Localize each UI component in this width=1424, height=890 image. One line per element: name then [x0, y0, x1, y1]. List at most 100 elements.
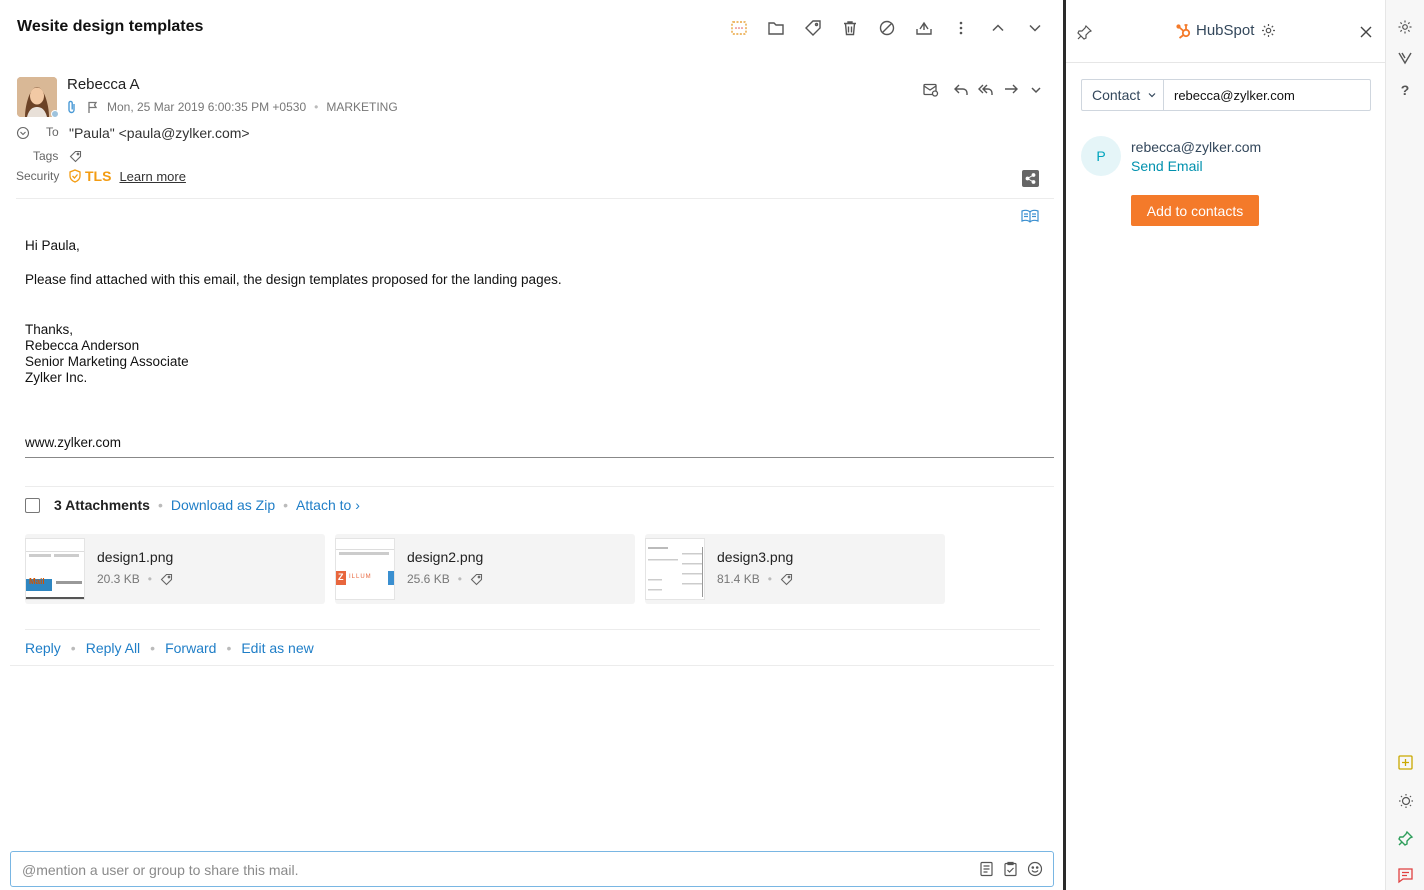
attachment-tag-icon[interactable] — [470, 573, 483, 586]
separator: • — [457, 572, 462, 586]
task-icon[interactable] — [1003, 861, 1018, 877]
attachment-card[interactable]: Z ILLUM design2.png 25.6 KB • — [335, 534, 635, 604]
signature-line: Thanks, — [25, 322, 74, 337]
actions-bottom-divider — [10, 665, 1054, 666]
send-email-link[interactable]: Send Email — [1131, 158, 1203, 174]
contact-email: rebecca@zylker.com — [1131, 139, 1262, 155]
chevron-down-icon — [1148, 93, 1156, 98]
attach-to-link[interactable]: Attach to › — [296, 497, 360, 513]
attachment-size: 81.4 KB — [717, 572, 760, 586]
more-options-icon[interactable] — [950, 17, 972, 39]
record-type-dropdown[interactable]: Contact — [1082, 80, 1164, 110]
separator: • — [226, 640, 232, 656]
separator: • — [150, 640, 156, 656]
forward-link[interactable]: Forward — [165, 640, 216, 656]
tls-badge: TLS — [85, 168, 112, 184]
add-to-contacts-button[interactable]: Add to contacts — [1131, 195, 1259, 226]
shield-icon — [69, 169, 81, 183]
attachment-card[interactable]: Mail design1.png 20.3 KB • — [25, 534, 325, 604]
attachment-name[interactable]: design2.png — [407, 549, 483, 565]
spam-block-icon[interactable] — [876, 17, 898, 39]
mention-input[interactable]: @mention a user or group to share this m… — [10, 851, 1054, 887]
thumb-text: Mail — [29, 577, 45, 586]
mention-placeholder: @mention a user or group to share this m… — [22, 862, 299, 878]
close-icon[interactable] — [1359, 25, 1373, 39]
calendar-event-icon[interactable] — [728, 17, 750, 39]
thumb-text: ILLUM — [349, 574, 372, 580]
reply-link[interactable]: Reply — [25, 640, 61, 656]
reply-all-icon[interactable] — [975, 79, 997, 101]
contact-avatar: P — [1081, 136, 1121, 176]
pin-icon[interactable] — [1076, 24, 1093, 41]
attachment-name[interactable]: design1.png — [97, 549, 173, 565]
header-divider — [16, 198, 1054, 199]
select-all-attachments-checkbox[interactable] — [25, 497, 40, 513]
attachment-card[interactable]: design3.png 81.4 KB • — [645, 534, 945, 604]
attachment-thumbnail[interactable]: Mail — [25, 538, 85, 600]
plugin-icon[interactable] — [1395, 828, 1415, 848]
attachment-name[interactable]: design3.png — [717, 549, 793, 565]
separator: • — [283, 497, 289, 513]
help-icon[interactable]: ? — [1395, 80, 1415, 100]
presence-status-dot — [51, 110, 59, 118]
meta-separator: • — [314, 100, 319, 114]
separator: • — [157, 497, 163, 513]
mail-folder[interactable]: MARKETING — [326, 100, 397, 114]
mail-settings-icon[interactable] — [920, 79, 942, 101]
sender-name[interactable]: Rebecca A — [67, 76, 140, 93]
attachment-tag-icon[interactable] — [160, 573, 173, 586]
previous-mail-icon[interactable] — [987, 17, 1009, 39]
expand-details-icon[interactable] — [16, 126, 30, 140]
notes-add-icon[interactable] — [1395, 752, 1415, 772]
reading-mode-icon[interactable] — [1021, 209, 1039, 223]
mail-actions: Reply • Reply All • Forward • Edit as ne… — [25, 640, 314, 656]
attachment-size-row: 20.3 KB • — [97, 572, 173, 586]
attachment-paperclip-icon — [67, 100, 77, 114]
attachment-thumbnail[interactable]: Z ILLUM — [335, 538, 395, 600]
light-mode-icon[interactable] — [1395, 790, 1415, 810]
reply-all-link[interactable]: Reply All — [86, 640, 140, 656]
security-info: TLS Learn more — [69, 168, 186, 184]
download-zip-link[interactable]: Download as Zip — [171, 497, 275, 513]
contact-search-input[interactable] — [1164, 80, 1364, 110]
record-type-label: Contact — [1092, 87, 1141, 103]
emoji-icon[interactable] — [1027, 861, 1043, 877]
separator: • — [767, 572, 772, 586]
chat-icon[interactable] — [1395, 865, 1415, 885]
edit-as-new-link[interactable]: Edit as new — [241, 640, 313, 656]
forward-icon[interactable] — [1000, 79, 1022, 101]
mail-subject: Wesite design templates — [17, 18, 204, 35]
share-icon[interactable] — [1022, 170, 1039, 187]
to-label: To — [46, 125, 59, 139]
hubspot-header-divider — [1066, 62, 1385, 63]
body-underline — [25, 457, 1054, 458]
flag-icon[interactable] — [87, 101, 99, 114]
separator: • — [147, 572, 152, 586]
archive-icon[interactable] — [913, 17, 935, 39]
thumb-text: Z — [338, 572, 344, 582]
mail-meta: Mon, 25 Mar 2019 6:00:35 PM +0530 • MARK… — [67, 100, 398, 114]
move-folder-icon[interactable] — [765, 17, 787, 39]
reply-options-chevron-icon[interactable] — [1025, 79, 1047, 101]
tag-icon[interactable] — [802, 17, 824, 39]
to-recipient[interactable]: "Paula" <paula@zylker.com> — [69, 125, 250, 141]
attachment-tag-icon[interactable] — [780, 573, 793, 586]
note-icon[interactable] — [979, 861, 994, 877]
attachments-count: 3 Attachments — [54, 497, 150, 513]
attachment-size: 25.6 KB — [407, 572, 450, 586]
vee-icon[interactable] — [1395, 48, 1415, 68]
next-mail-icon[interactable] — [1024, 17, 1046, 39]
security-label: Security — [16, 169, 60, 183]
signature-line: Senior Marketing Associate — [25, 354, 189, 369]
signature-line: Zylker Inc. — [25, 370, 88, 385]
hubspot-logo-icon — [1176, 22, 1192, 39]
website-text: www.zylker.com — [25, 435, 122, 450]
learn-more-link[interactable]: Learn more — [119, 169, 185, 184]
delete-icon[interactable] — [839, 17, 861, 39]
hubspot-settings-icon[interactable] — [1261, 23, 1276, 38]
attachment-thumbnail[interactable] — [645, 538, 705, 600]
actions-divider — [25, 629, 1040, 630]
add-tag-icon[interactable] — [69, 150, 82, 163]
reply-icon[interactable] — [950, 79, 972, 101]
settings-gear-icon[interactable] — [1395, 17, 1415, 37]
